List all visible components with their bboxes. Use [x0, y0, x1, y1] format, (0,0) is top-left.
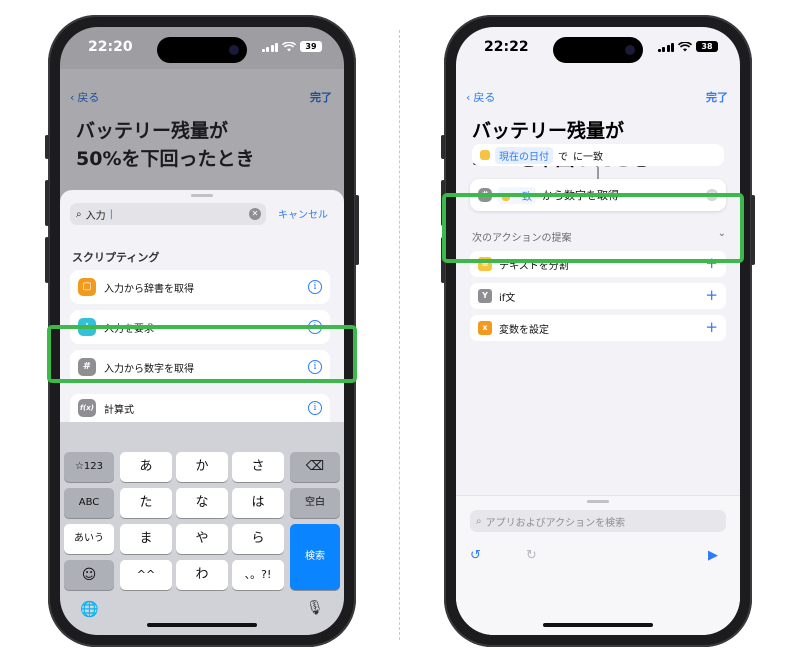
dynamic-island [157, 37, 247, 63]
redo-icon[interactable]: ↻ [526, 548, 537, 563]
delete-icon[interactable]: ⌫ [290, 452, 340, 482]
key-na[interactable]: な [176, 488, 228, 518]
search-key-button[interactable]: 検索 [290, 524, 340, 590]
status-time: 22:20 [88, 39, 133, 55]
status-icons: 38 [657, 41, 718, 52]
connector-line [597, 167, 599, 179]
suggestion-row[interactable]: x 変数を設定 + [470, 315, 726, 341]
key-abc[interactable]: ABC [64, 488, 114, 518]
status-icons: 39 [261, 41, 322, 52]
key-wa[interactable]: わ [176, 560, 228, 590]
result-row[interactable]: f(x) 計算式 i [70, 394, 330, 422]
add-icon[interactable]: + [705, 319, 718, 335]
previous-action-row[interactable]: 現在の日付 で に一致 [472, 144, 724, 166]
dictionary-icon: ▢ [78, 278, 96, 296]
home-indicator [543, 623, 653, 627]
branch-icon: Y [478, 289, 492, 303]
key-ka[interactable]: か [176, 452, 228, 482]
chevron-left-icon: ‹ [466, 90, 471, 104]
key-hiragana[interactable]: あいう [64, 524, 114, 554]
key-numbers[interactable]: ☆123 [64, 452, 114, 482]
variable-token[interactable]: 現在の日付 [495, 146, 553, 164]
function-icon: f(x) [78, 399, 96, 417]
key-ha[interactable]: は [232, 488, 284, 518]
signal-icon [657, 42, 674, 52]
variable-icon: x [478, 321, 492, 335]
bottom-search-bar: ⌕ アプリおよびアクションを検索 ↺ ↻ ▶ [456, 495, 740, 635]
back-button[interactable]: ‹ 戻る [466, 89, 495, 105]
search-input[interactable]: ⌕ 入力 | ✕ [70, 203, 266, 225]
key-ma[interactable]: ま [120, 524, 172, 554]
microphone-icon[interactable]: 🎙 [306, 600, 324, 616]
sheet-grabber[interactable] [191, 194, 213, 197]
key-punctuation[interactable]: 、。?! [232, 560, 284, 590]
emoji-icon[interactable]: ☺ [64, 560, 114, 590]
suggestion-row[interactable]: Y if文 + [470, 283, 726, 309]
result-row[interactable]: ▢ 入力から辞書を取得 i [70, 270, 330, 304]
japanese-keyboard: ☆123 あ か さ ⌫ ABC た な は 空白 あいう ま や ら 検索 ☺… [60, 422, 344, 635]
info-icon[interactable]: i [308, 401, 322, 415]
screen-right: 22:22 38 ‹戻る 完了 バッテリー残量が 50%を下回ったとき 現在の日… [456, 27, 740, 635]
battery-icon: 39 [300, 41, 322, 52]
done-button[interactable]: 完了 [310, 89, 332, 105]
search-icon: ⌕ [476, 515, 482, 527]
key-a[interactable]: あ [120, 452, 172, 482]
sheet-grabber[interactable] [587, 500, 609, 503]
done-button[interactable]: 完了 [706, 89, 728, 105]
signal-icon [261, 42, 278, 52]
phone-right: 22:22 38 ‹戻る 完了 バッテリー残量が 50%を下回ったとき 現在の日… [441, 15, 755, 647]
undo-icon[interactable]: ↺ [470, 548, 481, 563]
globe-icon[interactable]: 🌐 [80, 600, 99, 618]
page-title: バッテリー残量が 50%を下回ったとき [76, 120, 255, 170]
battery-icon: 38 [696, 41, 718, 52]
action-search-panel: ⌕ 入力 | ✕ キャンセル スクリプティング ▢ 入力から辞書を取得 i + 入… [60, 190, 344, 422]
info-icon[interactable]: i [308, 280, 322, 294]
search-icon: ⌕ [76, 208, 82, 220]
key-ta[interactable]: た [120, 488, 172, 518]
key-ya[interactable]: や [176, 524, 228, 554]
section-header: スクリプティング [72, 251, 160, 264]
clear-icon[interactable]: ✕ [249, 208, 261, 220]
wifi-icon [678, 41, 692, 51]
shortcut-editor-dimmed: ‹ 戻る 完了 バッテリー残量が 50%を下回ったとき [60, 69, 344, 209]
chevron-left-icon: ‹ [70, 90, 75, 104]
highlight-box-left [47, 325, 357, 383]
key-ra[interactable]: ら [232, 524, 284, 554]
highlight-box-right [442, 193, 744, 263]
key-sa[interactable]: さ [232, 452, 284, 482]
key-kaomoji[interactable]: ^^ [120, 560, 172, 590]
add-icon[interactable]: + [705, 287, 718, 303]
cancel-button[interactable]: キャンセル [278, 206, 328, 221]
search-input[interactable]: ⌕ アプリおよびアクションを検索 [470, 510, 726, 532]
status-time: 22:22 [484, 39, 529, 55]
wifi-icon [282, 41, 296, 51]
divider-line [399, 30, 400, 640]
home-indicator [147, 623, 257, 627]
back-button[interactable]: ‹ 戻る [70, 89, 99, 105]
text-icon [480, 150, 490, 160]
key-space[interactable]: 空白 [290, 488, 340, 518]
dynamic-island [553, 37, 643, 63]
run-icon[interactable]: ▶ [708, 548, 718, 563]
